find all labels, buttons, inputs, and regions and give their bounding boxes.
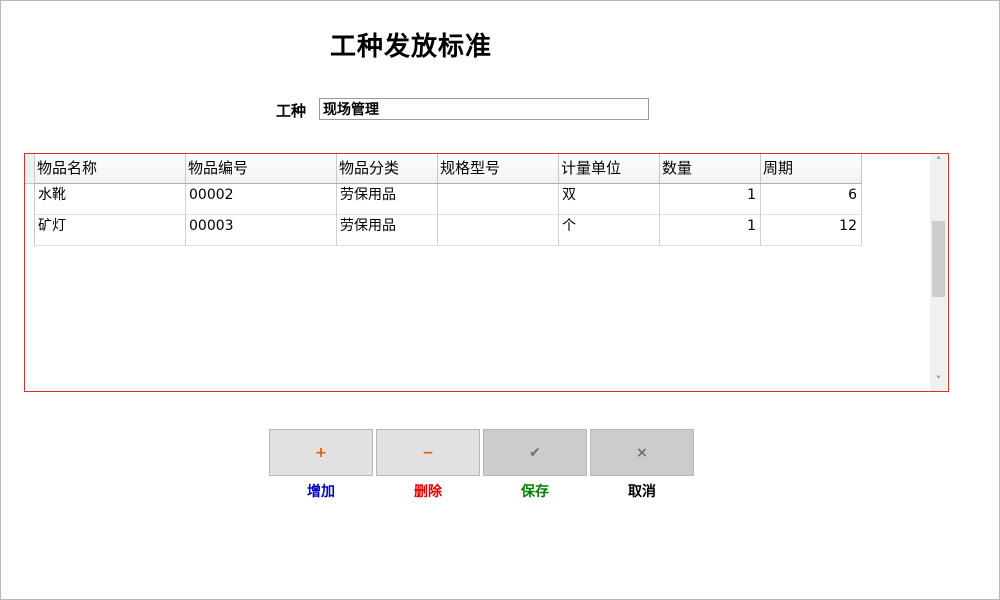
table-cell[interactable]: 12 xyxy=(761,215,862,246)
scroll-down-icon[interactable]: ˅ xyxy=(930,373,947,389)
table-cell[interactable]: 00003 xyxy=(186,215,337,246)
table-cell[interactable] xyxy=(438,184,559,215)
row-indicator[interactable] xyxy=(25,184,35,215)
table-cell[interactable]: 双 xyxy=(559,184,660,215)
row-indicator-header xyxy=(25,154,35,184)
items-grid[interactable]: 物品名称 物品编号 物品分类 规格型号 计量单位 数量 周期水靴 00002 劳保用品 双 1 6 矿灯… xyxy=(24,153,949,392)
column-header[interactable]: 物品编号 xyxy=(186,154,337,184)
table-cell[interactable]: 1 xyxy=(660,184,761,215)
table-cell[interactable]: 矿灯 xyxy=(35,215,186,246)
vertical-scrollbar[interactable]: ˄ ˅ xyxy=(930,154,947,391)
delete-label[interactable]: 删除 xyxy=(376,481,480,501)
table-cell[interactable]: 00002 xyxy=(186,184,337,215)
save-button[interactable]: ✔ xyxy=(483,429,587,476)
column-header[interactable]: 规格型号 xyxy=(438,154,559,184)
column-header[interactable]: 计量单位 xyxy=(559,154,660,184)
column-header[interactable]: 周期 xyxy=(761,154,862,184)
column-header[interactable]: 物品分类 xyxy=(337,154,438,184)
minus-icon: − xyxy=(422,444,434,461)
delete-button[interactable]: − xyxy=(376,429,480,476)
table-cell[interactable] xyxy=(438,215,559,246)
row-indicator[interactable] xyxy=(25,215,35,246)
table-cell[interactable]: 劳保用品 xyxy=(337,184,438,215)
table-cell[interactable]: 个 xyxy=(559,215,660,246)
work-type-label: 工种 xyxy=(276,102,307,120)
column-header[interactable]: 物品名称 xyxy=(35,154,186,184)
close-icon: × xyxy=(636,444,648,461)
table-cell[interactable]: 6 xyxy=(761,184,862,215)
plus-icon: + xyxy=(315,444,327,461)
work-type-field[interactable] xyxy=(319,98,649,120)
scroll-thumb[interactable] xyxy=(932,221,945,297)
table-cell[interactable]: 1 xyxy=(660,215,761,246)
add-label[interactable]: 增加 xyxy=(269,481,373,501)
save-label[interactable]: 保存 xyxy=(483,481,587,501)
cancel-button[interactable]: × xyxy=(590,429,694,476)
add-button[interactable]: + xyxy=(269,429,373,476)
cancel-label[interactable]: 取消 xyxy=(590,481,694,501)
column-header[interactable]: 数量 xyxy=(660,154,761,184)
table-cell[interactable]: 水靴 xyxy=(35,184,186,215)
page-title: 工种发放标准 xyxy=(330,32,493,62)
check-icon: ✔ xyxy=(529,444,541,461)
table-cell[interactable]: 劳保用品 xyxy=(337,215,438,246)
scroll-up-icon[interactable]: ˄ xyxy=(930,154,947,170)
